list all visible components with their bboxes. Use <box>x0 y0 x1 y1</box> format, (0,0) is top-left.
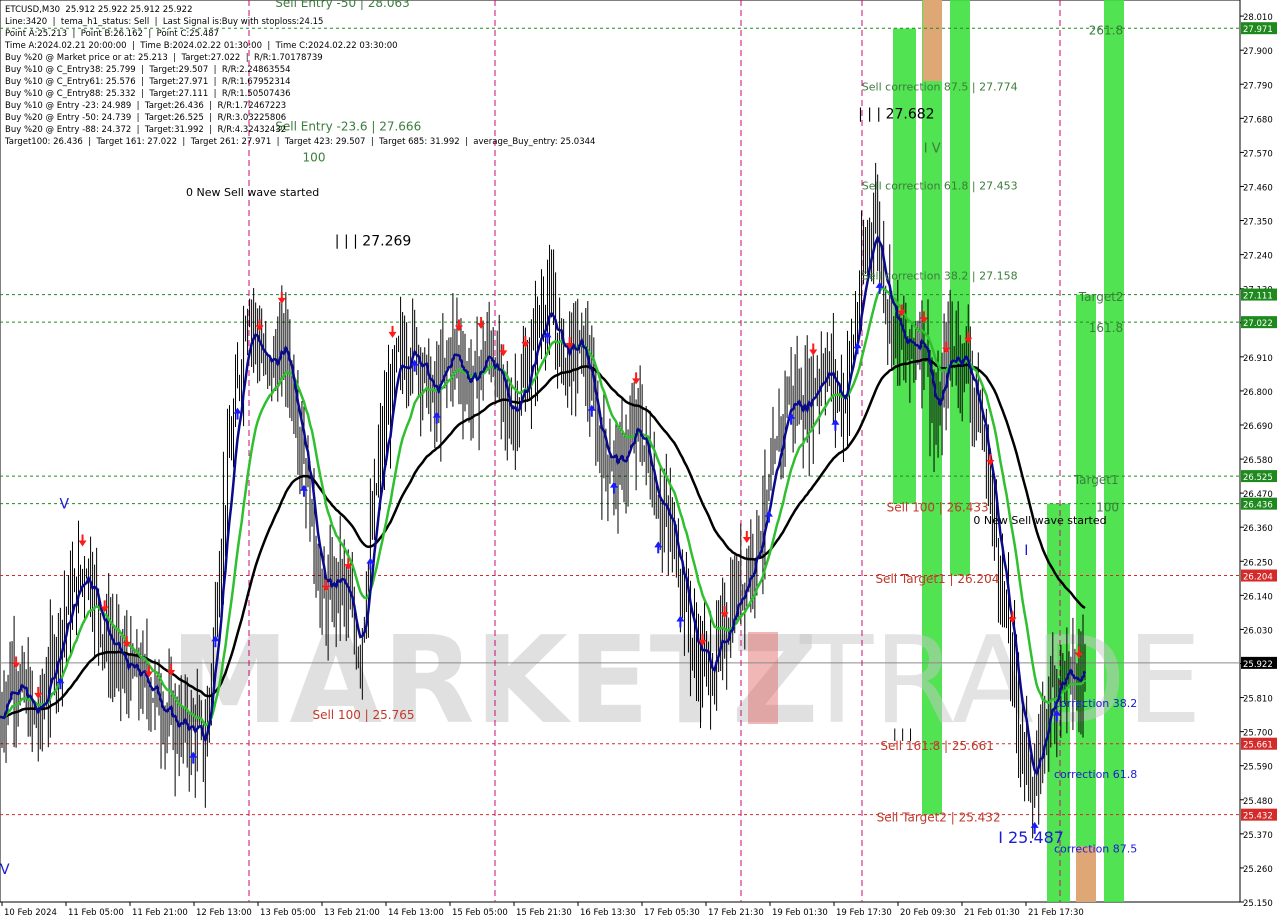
y-tick-label: 25.590 <box>1243 763 1273 773</box>
y-tick-label: 27.680 <box>1243 115 1273 125</box>
price-box-label: 27.111 <box>1243 292 1273 302</box>
y-tick-label: 27.570 <box>1243 149 1273 159</box>
y-tick-label: 25.370 <box>1243 831 1273 841</box>
current-price-label: 25.922 <box>1243 660 1273 670</box>
chart-annotation: | | | 27.682 <box>858 106 935 122</box>
y-tick-label: 26.800 <box>1243 388 1273 398</box>
y-tick-label: 27.900 <box>1243 47 1273 57</box>
y-tick-label: 26.580 <box>1243 456 1273 466</box>
chart-annotation: I V <box>924 141 941 156</box>
x-tick-label: 19 Feb 17:30 <box>836 908 892 918</box>
y-tick-label: 26.140 <box>1243 592 1273 602</box>
signal-zone <box>893 28 916 504</box>
chart-annotation: I 25.487 <box>998 828 1064 847</box>
watermark-text-a: MARKETZ <box>170 612 819 751</box>
chart-annotation: | | | <box>893 727 913 741</box>
price-box-label: 25.661 <box>1243 741 1273 751</box>
chart-annotation: 100 <box>303 151 326 165</box>
chart-annotation: 0 New Sell wave started <box>186 186 319 199</box>
y-tick-label: 28.010 <box>1243 13 1273 23</box>
x-tick-label: 10 Feb 2024 <box>4 908 57 918</box>
price-box-label: 26.525 <box>1243 473 1273 483</box>
x-tick-label: 17 Feb 05:30 <box>644 908 700 918</box>
chart-annotation: Sell Entry -23.6 | 27.666 <box>275 120 421 134</box>
x-tick-label: 16 Feb 13:30 <box>580 908 636 918</box>
x-tick-label: 17 Feb 21:30 <box>708 908 764 918</box>
chart-annotation: 261.8 <box>1089 24 1123 38</box>
x-tick-label: 12 Feb 13:00 <box>196 908 252 918</box>
y-tick-label: 27.790 <box>1243 81 1273 91</box>
y-tick-label: 27.350 <box>1243 218 1273 228</box>
x-tick-label: 20 Feb 09:30 <box>900 908 956 918</box>
price-box-label: 26.436 <box>1243 501 1273 511</box>
chart-annotation: 161.8 <box>1089 321 1123 335</box>
y-tick-label: 25.150 <box>1243 899 1273 909</box>
chart-annotation: 100 <box>1096 501 1119 515</box>
x-tick-label: 21 Feb 01:30 <box>964 908 1020 918</box>
y-tick-label: 27.460 <box>1243 183 1273 193</box>
x-tick-label: 21 Feb 17:30 <box>1028 908 1084 918</box>
chart-annotation: correction 61.8 <box>1054 768 1137 781</box>
watermark-text-b: TRADE <box>799 612 1202 751</box>
y-tick-label: 25.700 <box>1243 729 1273 739</box>
chart-annotation: Sell Target2 | 25.432 <box>877 810 1001 824</box>
signal-zone <box>1104 0 1124 902</box>
chart-annotation: correction 38.2 <box>1054 697 1137 710</box>
signal-zone <box>923 0 942 82</box>
signal-zone <box>1076 294 1096 903</box>
price-box-label: 25.432 <box>1243 812 1273 822</box>
x-tick-label: 15 Feb 21:30 <box>516 908 572 918</box>
chart-annotation: V <box>0 862 10 878</box>
x-tick-label: 11 Feb 05:00 <box>68 908 124 918</box>
x-tick-label: 14 Feb 13:00 <box>388 908 444 918</box>
x-tick-label: 15 Feb 05:00 <box>452 908 508 918</box>
chart-annotation: Target2 <box>1078 290 1124 304</box>
x-tick-label: 19 Feb 01:30 <box>772 908 828 918</box>
y-tick-label: 27.240 <box>1243 252 1273 262</box>
price-box-label: 27.971 <box>1243 25 1273 35</box>
chart-annotation: V <box>60 497 70 513</box>
chart-annotation: Sell correction 38.2 | 27.158 <box>862 269 1018 282</box>
chart-annotation: Sell Target1 | 26.204 <box>875 572 999 586</box>
y-tick-label: 25.260 <box>1243 865 1273 875</box>
price-box-label: 27.022 <box>1243 319 1273 329</box>
chart-annotation: correction 87.5 <box>1054 842 1137 855</box>
price-axis[interactable]: 28.010 27.900 27.790 27.680 27.570 27.460 27.3… <box>1240 13 1277 909</box>
y-tick-label: 26.360 <box>1243 524 1273 534</box>
y-tick-label: 25.480 <box>1243 797 1273 807</box>
chart-annotation: 0 New Sell wave started <box>973 514 1106 527</box>
x-tick-label: 11 Feb 21:00 <box>132 908 188 918</box>
watermark-i-bar <box>748 632 778 724</box>
x-tick-label: 13 Feb 21:00 <box>324 908 380 918</box>
chart-annotation: Sell Entry -50 | 28.063 <box>275 0 409 10</box>
price-box-label: 26.204 <box>1243 573 1273 583</box>
chart-annotation: Sell correction 61.8 | 27.453 <box>862 180 1018 193</box>
y-tick-label: 26.250 <box>1243 558 1273 568</box>
chart-annotation: Sell 100 | 26.433 <box>887 501 989 515</box>
chart-annotation: Sell 161.8 | 25.661 <box>880 739 994 753</box>
chart-annotation: | | | 27.269 <box>335 233 412 249</box>
time-axis[interactable]: 10 Feb 2024 11 Feb 05:00 11 Feb 21:00 12 Fe… <box>1 902 1084 918</box>
x-tick-label: 13 Feb 05:00 <box>260 908 316 918</box>
y-tick-label: 26.910 <box>1243 354 1273 364</box>
y-tick-label: 26.030 <box>1243 626 1273 636</box>
chart-annotation: I <box>1024 543 1028 559</box>
y-tick-label: 26.690 <box>1243 422 1273 432</box>
chart-annotation: Target1 <box>1073 473 1119 487</box>
watermark: MARKETZ TRADE <box>170 612 1202 751</box>
chart-annotation: Sell correction 87.5 | 27.774 <box>862 80 1018 93</box>
y-tick-label: 25.810 <box>1243 695 1273 705</box>
chart-annotation: Sell 100 | 25.765 <box>312 708 414 722</box>
price-chart[interactable]: MARKETZ TRADE Sell Entry -50 | 28.063 Sel… <box>0 0 1280 920</box>
